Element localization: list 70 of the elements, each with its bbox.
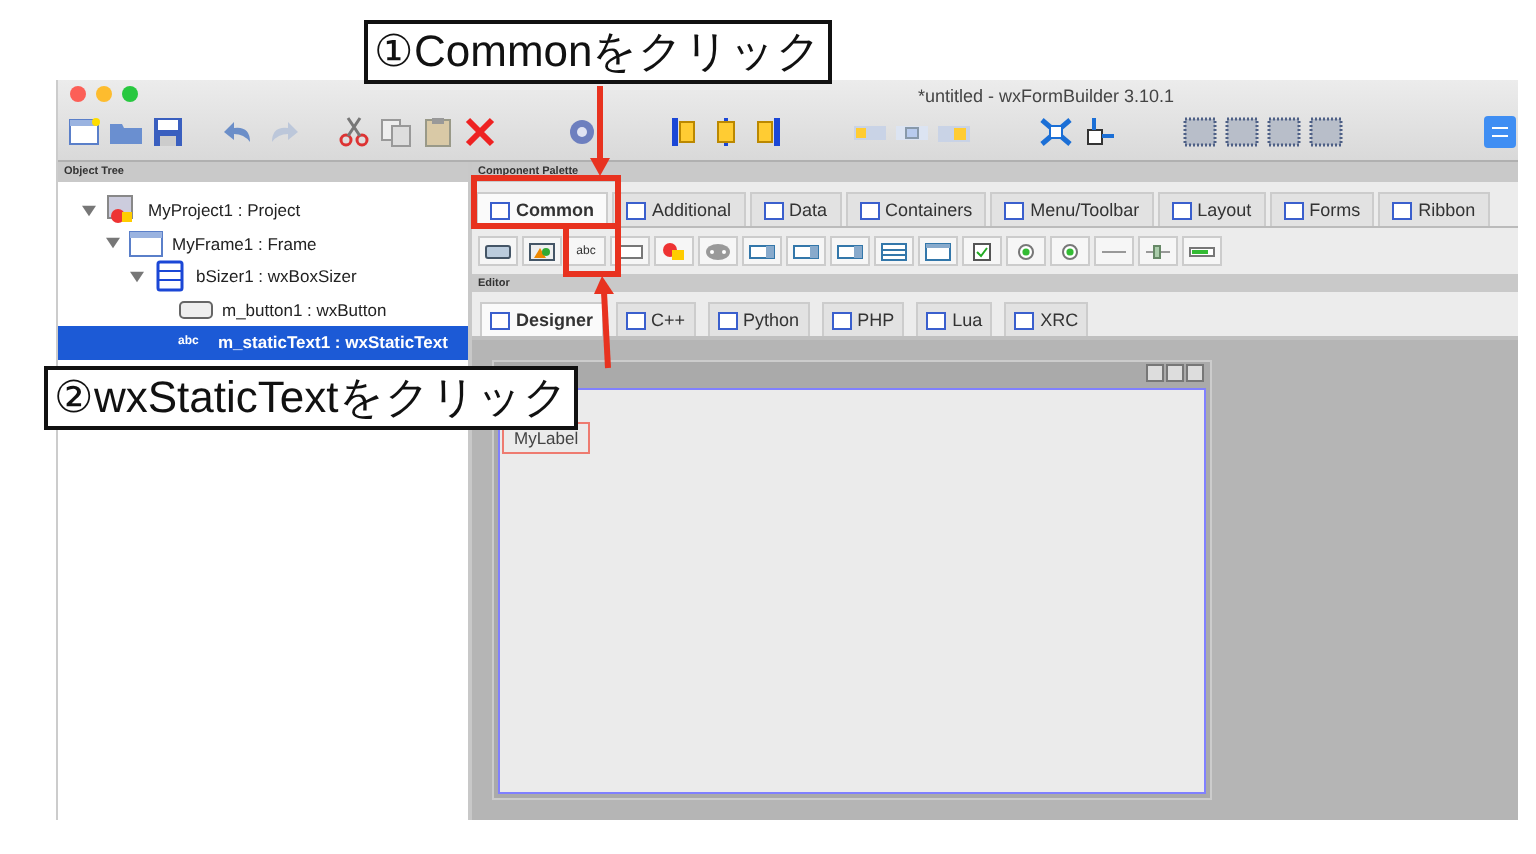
palette-tab[interactable]: Layout (1157, 192, 1266, 226)
expand-icon[interactable] (1038, 116, 1074, 148)
editor-tab-icon (926, 311, 947, 329)
save-icon[interactable] (150, 116, 186, 148)
list-control-icon[interactable] (742, 236, 782, 266)
copy-icon[interactable] (378, 116, 414, 148)
slider-icon[interactable] (1138, 236, 1178, 266)
editor-tab[interactable]: Python (707, 302, 810, 336)
list-control-icon[interactable] (830, 236, 870, 266)
editor-tab-icon (625, 311, 646, 329)
data-tab-icon (763, 201, 784, 219)
palette-tab[interactable]: Data (749, 192, 842, 226)
callout-label: ②wxStaticTextをクリック (44, 366, 579, 430)
editor-tab-icon (717, 311, 738, 329)
close-button[interactable] (70, 86, 86, 102)
palette-tab[interactable]: Forms (1269, 192, 1375, 226)
tree-item[interactable]: MyFrame1 : Frame (58, 227, 468, 260)
tree-item[interactable]: m_button1 : wxButton (58, 293, 468, 326)
palette-tab[interactable]: Ribbon (1378, 192, 1490, 226)
forms-tab-icon (1283, 201, 1304, 219)
minimize-button[interactable] (1146, 364, 1164, 382)
editor-tab[interactable]: XRC (1004, 302, 1089, 336)
arrow (590, 86, 610, 176)
editor-tab-icon (1014, 311, 1035, 329)
palette-tab[interactable]: Common (476, 192, 608, 226)
list-control-icon[interactable] (786, 236, 826, 266)
window-icon[interactable] (128, 227, 164, 260)
shapes-icon[interactable] (654, 236, 694, 266)
list-box-icon[interactable] (874, 236, 914, 266)
radio-button-icon[interactable] (1006, 236, 1046, 266)
layout-tab-icon (1171, 201, 1192, 219)
editor-tab-icon (831, 311, 852, 329)
sizer-icon[interactable] (152, 260, 188, 293)
disclosure-triangle-icon[interactable] (106, 236, 120, 251)
disclosure-triangle-icon[interactable] (82, 203, 96, 218)
editor-tab[interactable]: Lua (916, 302, 993, 336)
scissors-icon[interactable] (336, 116, 372, 148)
maximize-button[interactable] (1166, 364, 1184, 382)
button-tab-icon (490, 201, 510, 219)
palette-tab[interactable]: Additional (612, 192, 746, 226)
checkbox-icon[interactable] (962, 236, 1002, 266)
border-top-icon[interactable] (1266, 116, 1302, 148)
disclosure-triangle-icon[interactable] (130, 269, 144, 284)
arrow (594, 276, 614, 369)
window-title: *untitled - wxFormBuilder 3.10.1 (918, 86, 1175, 106)
table-icon[interactable] (918, 236, 958, 266)
radio-button-icon[interactable] (1050, 236, 1090, 266)
close-button[interactable] (1186, 364, 1204, 382)
delete-icon[interactable] (462, 116, 498, 148)
tree-item[interactable]: bSizer1 : wxBoxSizer (58, 260, 468, 293)
editor-tab[interactable]: Designer (480, 302, 604, 336)
border-left-icon[interactable] (1182, 116, 1218, 148)
gauge-icon[interactable] (1182, 236, 1222, 266)
ribbon-tab-icon (1392, 201, 1413, 219)
palette-tab[interactable]: Containers (845, 192, 987, 226)
callout-label: ①Commonをクリック (364, 20, 833, 84)
border-right-icon[interactable] (1224, 116, 1260, 148)
clipboard-icon[interactable] (420, 116, 456, 148)
border-bottom-icon[interactable] (1308, 116, 1344, 148)
editor-tab-icon (490, 311, 510, 329)
palette-tab[interactable]: Menu/Toolbar (990, 192, 1154, 226)
button-tool-icon[interactable] (478, 236, 518, 266)
additional-tab-icon (626, 201, 646, 219)
editor-tab[interactable]: C++ (615, 302, 696, 336)
new-document-icon[interactable] (66, 116, 102, 148)
picture-button-icon[interactable] (522, 236, 562, 266)
tree-item[interactable]: MyProject1 : Project (58, 194, 468, 227)
editor-tab[interactable]: PHP (821, 302, 905, 336)
menu-tab-icon (1004, 201, 1025, 219)
containers-tab-icon (859, 201, 880, 219)
